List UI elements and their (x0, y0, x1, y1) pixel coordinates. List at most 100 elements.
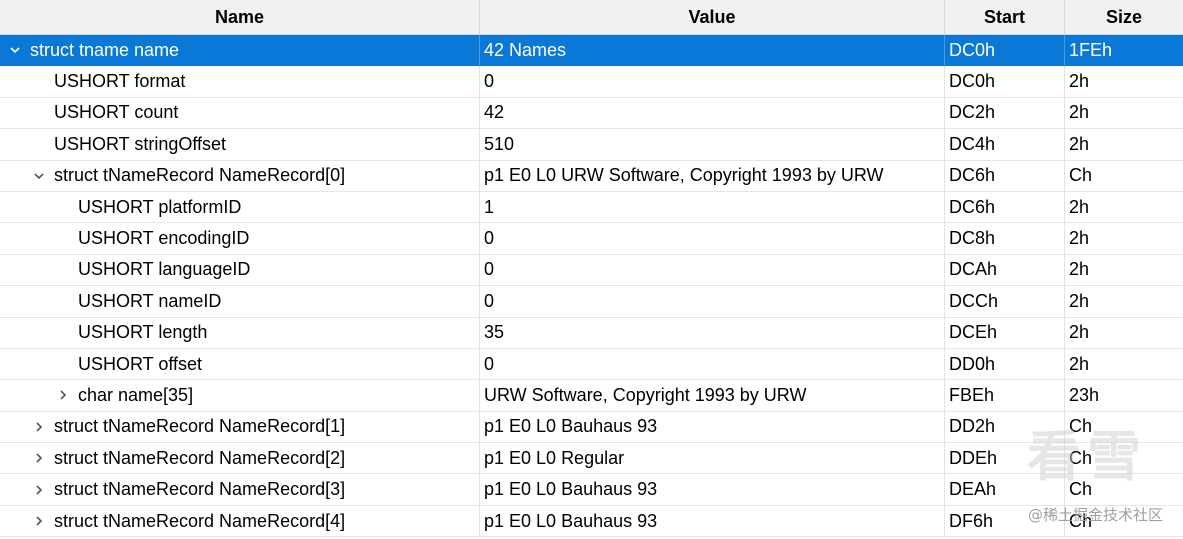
field-name: struct tNameRecord NameRecord[0] (54, 165, 346, 186)
field-size: 2h (1069, 196, 1090, 217)
chevron-right-icon[interactable] (32, 451, 46, 465)
table-row[interactable]: USHORT platformID 1 DC6h 2h (0, 191, 1183, 224)
field-start: DC8h (945, 223, 1065, 254)
field-name: struct tNameRecord NameRecord[4] (54, 510, 346, 531)
table-row[interactable]: struct tNameRecord NameRecord[4] p1 E0 L0… (0, 505, 1183, 538)
name-cell: char name[35] (0, 380, 480, 411)
field-start: DC2h (945, 97, 1065, 129)
name-cell: USHORT count (0, 97, 480, 129)
name-cell-content: char name[35] (0, 385, 193, 406)
field-name: USHORT platformID (78, 196, 242, 217)
field-value[interactable]: 0 (480, 254, 945, 286)
name-cell-content: USHORT length (0, 322, 207, 343)
field-value[interactable]: 0 (480, 223, 945, 254)
field-value[interactable]: p1 E0 L0 Regular (480, 443, 945, 474)
field-size: 2h (1069, 102, 1090, 123)
column-header-name[interactable]: Name (0, 0, 480, 35)
name-cell: USHORT offset (0, 348, 480, 380)
field-value[interactable]: 42 Names (480, 35, 945, 66)
field-start: DCCh (945, 286, 1065, 317)
field-start: DCAh (945, 254, 1065, 286)
field-start: DC0h (945, 35, 1065, 66)
field-name: USHORT nameID (78, 290, 222, 311)
field-value[interactable]: URW Software, Copyright 1993 by URW (480, 380, 945, 411)
field-size: 2h (1069, 353, 1090, 374)
field-name: USHORT stringOffset (54, 133, 227, 154)
field-size: Ch (1069, 479, 1093, 500)
column-header-row: Name Value Start Size (0, 0, 1183, 35)
field-value[interactable]: 0 (480, 286, 945, 317)
name-cell-content: struct tNameRecord NameRecord[4] (0, 511, 345, 532)
table-row[interactable]: struct tNameRecord NameRecord[3] p1 E0 L0… (0, 474, 1183, 506)
table-row[interactable]: USHORT offset 0 DD0h 2h (0, 348, 1183, 381)
name-cell: struct tNameRecord NameRecord[0] (0, 160, 480, 191)
results-rows: struct tname name 42 Names DC0h 1FEh USHORT … (0, 35, 1183, 538)
name-cell: struct tNameRecord NameRecord[1] (0, 411, 480, 443)
table-row[interactable]: USHORT encodingID 0 DC8h 2h (0, 223, 1183, 255)
name-cell-content: USHORT stringOffset (0, 134, 226, 155)
name-cell-content: struct tNameRecord NameRecord[2] (0, 448, 345, 469)
field-size: 2h (1069, 259, 1090, 280)
name-cell: struct tNameRecord NameRecord[4] (0, 505, 480, 537)
table-row[interactable]: USHORT length 35 DCEh 2h (0, 317, 1183, 349)
name-cell-content: USHORT offset (0, 354, 202, 375)
field-value[interactable]: 42 (480, 97, 945, 129)
name-cell-content: USHORT nameID (0, 291, 221, 312)
name-cell: USHORT stringOffset (0, 129, 480, 160)
table-row[interactable]: USHORT count 42 DC2h 2h (0, 97, 1183, 130)
field-value[interactable]: 1 (480, 191, 945, 223)
field-value[interactable]: p1 E0 L0 Bauhaus 93 (480, 411, 945, 443)
chevron-down-icon[interactable] (8, 43, 22, 57)
table-row[interactable]: USHORT format 0 DC0h 2h (0, 66, 1183, 98)
field-size: 2h (1069, 71, 1090, 92)
field-size: 2h (1069, 322, 1090, 343)
chevron-down-icon[interactable] (32, 169, 46, 183)
name-cell-content: USHORT encodingID (0, 228, 249, 249)
field-size: 23h (1069, 384, 1100, 405)
field-value[interactable]: 510 (480, 129, 945, 160)
chevron-right-icon[interactable] (32, 483, 46, 497)
name-cell-content: struct tname name (0, 40, 179, 61)
table-row[interactable]: USHORT languageID 0 DCAh 2h (0, 254, 1183, 287)
name-cell: struct tNameRecord NameRecord[2] (0, 443, 480, 474)
table-row[interactable]: struct tname name 42 Names DC0h 1FEh (0, 35, 1183, 67)
field-name: USHORT languageID (78, 259, 251, 280)
field-value[interactable]: p1 E0 L0 Bauhaus 93 (480, 505, 945, 537)
name-cell: USHORT nameID (0, 286, 480, 317)
chevron-right-icon[interactable] (32, 514, 46, 528)
name-cell: USHORT format (0, 66, 480, 97)
column-header-size[interactable]: Size (1065, 0, 1183, 35)
field-start: DC6h (945, 160, 1065, 191)
table-row[interactable]: struct tNameRecord NameRecord[2] p1 E0 L0… (0, 443, 1183, 475)
column-header-start[interactable]: Start (945, 0, 1065, 35)
field-start: DC4h (945, 129, 1065, 160)
table-row[interactable]: char name[35] URW Software, Copyright 199… (0, 380, 1183, 412)
field-size: 2h (1069, 133, 1090, 154)
field-size: 1FEh (1069, 39, 1113, 60)
column-header-value[interactable]: Value (480, 0, 945, 35)
table-row[interactable]: struct tNameRecord NameRecord[1] p1 E0 L0… (0, 411, 1183, 444)
field-start: DDEh (945, 443, 1065, 474)
field-start: DEAh (945, 474, 1065, 505)
name-cell: USHORT platformID (0, 191, 480, 223)
field-value[interactable]: 35 (480, 317, 945, 348)
name-cell: struct tNameRecord NameRecord[3] (0, 474, 480, 505)
table-row[interactable]: USHORT nameID 0 DCCh 2h (0, 286, 1183, 318)
name-cell: USHORT languageID (0, 254, 480, 286)
field-size: Ch (1069, 510, 1093, 531)
name-cell-content: USHORT count (0, 102, 178, 123)
field-value[interactable]: p1 E0 L0 Bauhaus 93 (480, 474, 945, 505)
chevron-right-icon[interactable] (56, 388, 70, 402)
table-row[interactable]: struct tNameRecord NameRecord[0] p1 E0 L0… (0, 160, 1183, 192)
table-row[interactable]: USHORT stringOffset 510 DC4h 2h (0, 129, 1183, 161)
name-cell-content: USHORT platformID (0, 197, 241, 218)
field-start: DC0h (945, 66, 1065, 97)
name-cell-content: struct tNameRecord NameRecord[1] (0, 416, 345, 437)
field-value[interactable]: 0 (480, 348, 945, 380)
field-name: struct tNameRecord NameRecord[3] (54, 479, 346, 500)
chevron-right-icon[interactable] (32, 420, 46, 434)
field-value[interactable]: 0 (480, 66, 945, 97)
field-name: struct tname name (30, 39, 180, 60)
field-value[interactable]: p1 E0 L0 URW Software, Copyright 1993 by… (480, 160, 945, 191)
name-cell-content: USHORT languageID (0, 259, 250, 280)
